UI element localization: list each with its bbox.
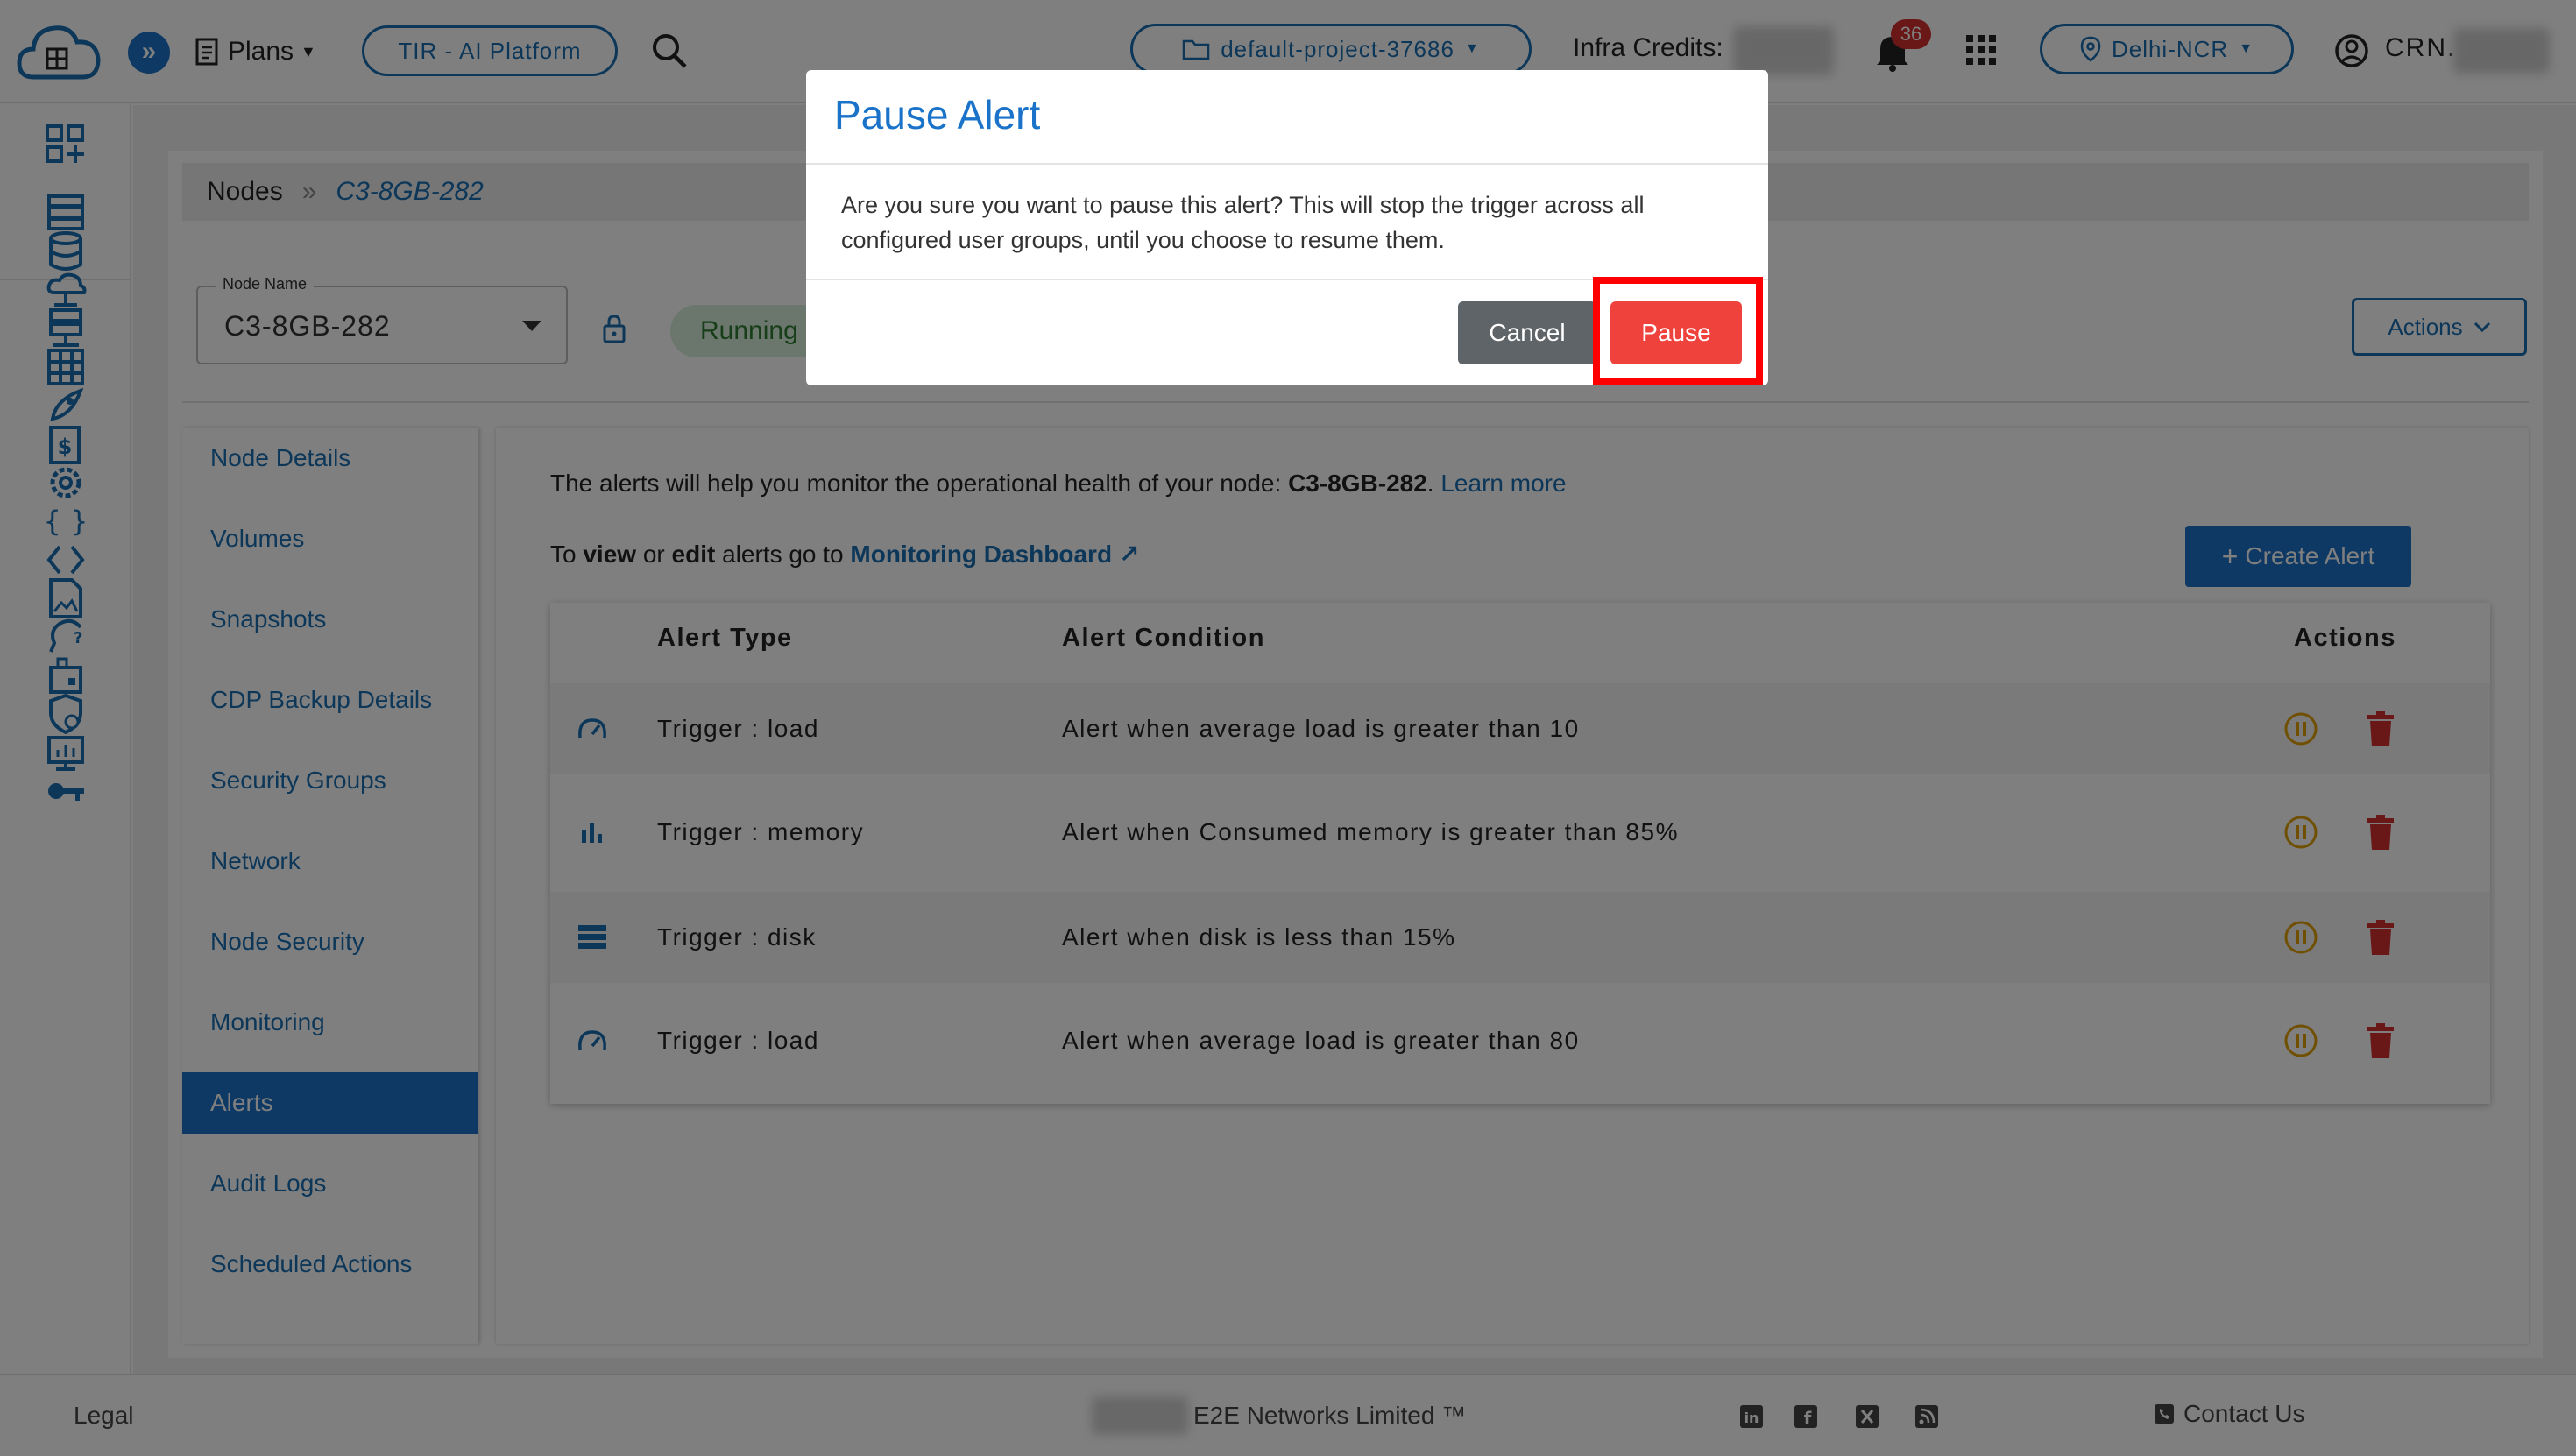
pause-alert-dialog: Pause Alert Are you sure you want to pau… [806,70,1768,385]
dialog-message: Are you sure you want to pause this aler… [841,192,1645,253]
pause-button[interactable]: Pause [1610,301,1742,364]
cancel-button[interactable]: Cancel [1458,301,1596,364]
dialog-title: Pause Alert [834,92,1041,138]
dialog-divider [806,163,1768,165]
